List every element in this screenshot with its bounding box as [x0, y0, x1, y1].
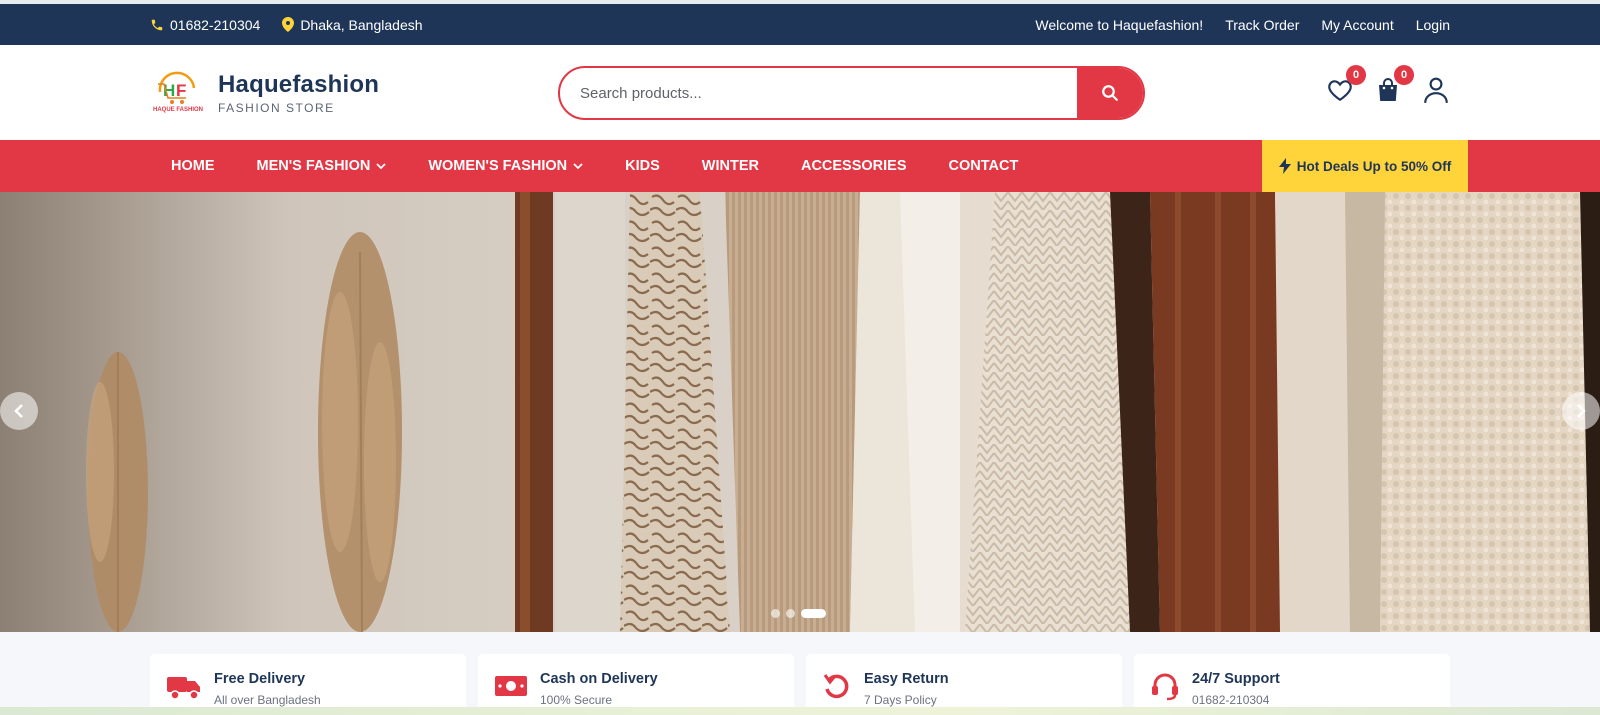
hot-deals-label: Hot Deals Up to 50% Off [1296, 158, 1452, 174]
feature-desc: 100% Secure [540, 693, 613, 707]
wishlist-count-badge: 0 [1346, 65, 1366, 85]
slider-prev-button[interactable] [0, 392, 38, 430]
hot-deals-button[interactable]: Hot Deals Up to 50% Off [1262, 140, 1468, 192]
location-info: Dhaka, Bangladesh [282, 16, 423, 33]
header-actions: 0 0 [1326, 65, 1450, 105]
nav-home[interactable]: HOME [150, 140, 236, 192]
nav-contact[interactable]: CONTACT [928, 140, 1040, 192]
search-input[interactable] [560, 68, 1077, 118]
nav-contact-label: CONTACT [948, 158, 1019, 174]
top-bar: 01682-210304 Dhaka, Bangladesh Welcome t… [0, 4, 1600, 45]
phone-icon [151, 19, 163, 30]
feature-desc: All over Bangladesh [214, 693, 321, 707]
nav-accessories[interactable]: ACCESSORIES [780, 140, 928, 192]
cash-icon [495, 676, 527, 696]
headset-icon [1152, 673, 1178, 701]
top-bar-links: Welcome to Haquefashion! Track Order My … [1035, 17, 1450, 33]
search-icon [1102, 85, 1118, 101]
search-bar [558, 66, 1145, 120]
feature-title: Easy Return [864, 671, 949, 687]
welcome-text: Welcome to Haquefashion! [1035, 16, 1204, 33]
nav-accessories-label: ACCESSORIES [800, 158, 907, 174]
feature-title: 24/7 Support [1192, 671, 1280, 687]
truck-icon [167, 677, 200, 700]
svg-text:H: H [163, 81, 175, 100]
feature-desc: 01682-210304 [1192, 693, 1270, 707]
track-order-link[interactable]: Track Order [1225, 17, 1299, 33]
cart-button[interactable]: 0 [1374, 65, 1414, 105]
cart-count-badge: 0 [1394, 65, 1414, 85]
chevron-down-icon [376, 162, 386, 169]
slider-dot[interactable] [771, 609, 780, 618]
slider-next-button[interactable] [1562, 392, 1600, 430]
return-icon [823, 674, 849, 699]
my-account-link[interactable]: My Account [1321, 17, 1393, 33]
main-nav: HOME MEN'S FASHION WOMEN'S FASHION KIDS … [0, 140, 1600, 192]
nav-womens-fashion-label: WOMEN'S FASHION [428, 158, 568, 174]
bottom-edge-strip [0, 707, 1600, 715]
search-button[interactable] [1077, 68, 1143, 118]
account-button[interactable] [1422, 75, 1450, 105]
svg-text:F: F [176, 81, 186, 100]
map-pin-icon [282, 17, 295, 32]
slider-dot-active[interactable] [801, 609, 826, 618]
hero-slider [0, 192, 1600, 632]
logo-image: H F HAQUE FASHION [150, 70, 204, 116]
hero-banner-image [0, 192, 1600, 632]
main-header: H F HAQUE FASHION Haquefashion FASHION S… [0, 45, 1600, 140]
phone-link[interactable]: 01682-210304 [150, 17, 260, 33]
feature-title: Free Delivery [214, 671, 306, 687]
chevron-right-icon [1577, 404, 1586, 418]
chevron-left-icon [14, 404, 23, 418]
phone-number: 01682-210304 [170, 16, 261, 33]
brand-text: Haquefashion FASHION STORE [218, 71, 379, 115]
nav-kids[interactable]: KIDS [604, 140, 681, 192]
wishlist-button[interactable]: 0 [1326, 65, 1366, 105]
slider-dots [771, 609, 826, 618]
nav-womens-fashion[interactable]: WOMEN'S FASHION [407, 140, 604, 192]
feature-title: Cash on Delivery [540, 671, 658, 687]
feature-card: Easy Return 7 Days Policy [806, 654, 1122, 714]
features-bar: Free Delivery All over Bangladesh Cash o… [0, 632, 1600, 715]
nav-winter[interactable]: WINTER [681, 140, 780, 192]
feature-card: 24/7 Support 01682-210304 [1134, 654, 1450, 714]
top-bar-contact: 01682-210304 Dhaka, Bangladesh [150, 17, 423, 33]
location-text: Dhaka, Bangladesh [300, 16, 423, 33]
nav-mens-fashion-label: MEN'S FASHION [256, 158, 371, 174]
brand-name: Haquefashion [218, 70, 380, 98]
feature-card: Cash on Delivery 100% Secure [478, 654, 794, 714]
chevron-down-icon [573, 162, 583, 169]
nav-kids-label: KIDS [625, 158, 660, 174]
logo-caption: HAQUE FASHION [153, 107, 203, 113]
login-link[interactable]: Login [1416, 17, 1450, 33]
nav-winter-label: WINTER [701, 158, 759, 174]
user-icon [1424, 77, 1448, 104]
lightning-icon [1278, 158, 1291, 174]
feature-desc: 7 Days Policy [864, 693, 937, 707]
brand-logo[interactable]: H F HAQUE FASHION Haquefashion FASHION S… [150, 70, 560, 116]
feature-card: Free Delivery All over Bangladesh [150, 654, 466, 714]
slider-dot[interactable] [786, 609, 795, 618]
nav-mens-fashion[interactable]: MEN'S FASHION [236, 140, 408, 192]
brand-tagline: FASHION STORE [218, 100, 335, 115]
nav-home-label: HOME [171, 158, 215, 174]
